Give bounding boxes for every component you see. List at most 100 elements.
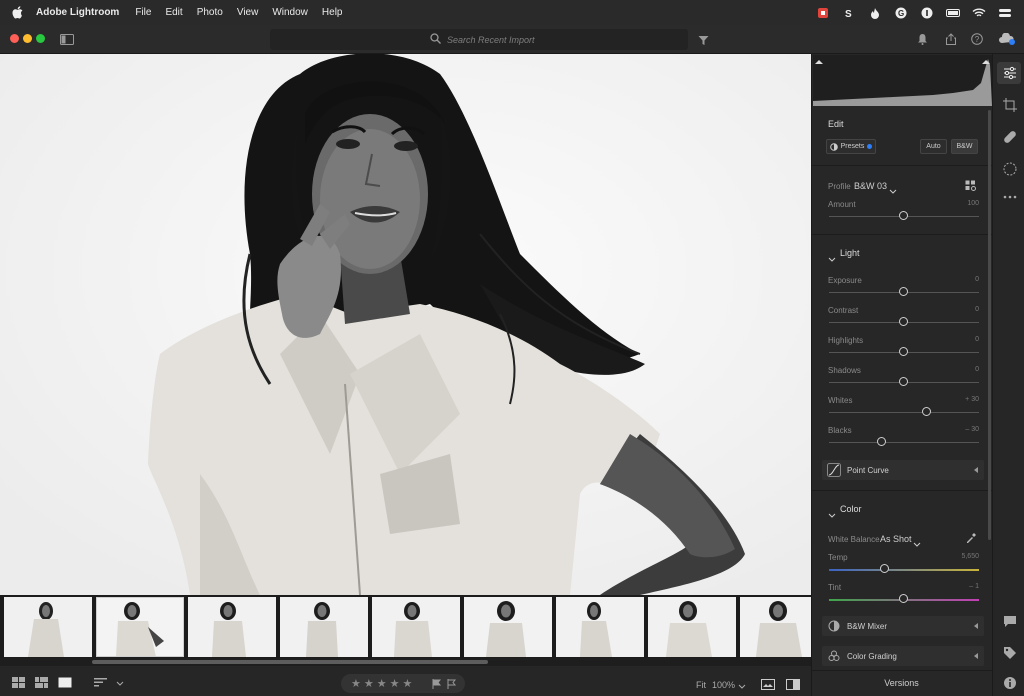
light-slider-value-shadows: 0	[975, 366, 979, 373]
edit-sliders-icon[interactable]	[1003, 66, 1017, 80]
filmstrip-thumb-6[interactable]	[464, 597, 552, 657]
detail-view-icon[interactable]	[58, 676, 72, 688]
compare-split-icon[interactable]	[786, 678, 800, 690]
white-balance-chevron-down-icon[interactable]	[913, 535, 921, 553]
minimize-window-button[interactable]	[23, 34, 32, 43]
close-window-button[interactable]	[10, 34, 19, 43]
filmstrip-thumb-9[interactable]	[740, 597, 811, 657]
star-3[interactable]: ★	[377, 677, 387, 690]
auto-button[interactable]: Auto	[920, 139, 947, 154]
share-icon[interactable]	[944, 32, 958, 46]
white-balance-dropdown[interactable]: As Shot	[880, 534, 912, 544]
star-1[interactable]: ★	[351, 677, 361, 690]
filmstrip	[0, 595, 811, 658]
light-slider-track-blacks[interactable]	[829, 442, 979, 443]
point-curve-row[interactable]: Point Curve	[822, 460, 984, 480]
cloud-sync-icon[interactable]	[998, 32, 1016, 46]
flame-icon[interactable]	[868, 6, 882, 20]
battery-icon[interactable]	[946, 6, 960, 20]
info-circle-icon[interactable]	[920, 6, 934, 20]
filmstrip-thumb-2-selected[interactable]	[96, 597, 184, 657]
star-2[interactable]: ★	[364, 677, 374, 690]
light-slider-knob-highlights[interactable]	[899, 347, 908, 356]
more-options-icon[interactable]	[1003, 190, 1017, 204]
s-icon[interactable]: S	[842, 6, 856, 20]
filmstrip-thumb-1[interactable]	[4, 597, 92, 657]
light-slider-track-whites[interactable]	[829, 412, 979, 413]
profile-browser-icon[interactable]	[965, 179, 977, 197]
tint-slider-knob[interactable]	[899, 594, 908, 603]
filmstrip-thumb-3[interactable]	[188, 597, 276, 657]
filmstrip-thumb-4[interactable]	[280, 597, 368, 657]
wifi-icon[interactable]	[972, 6, 986, 20]
sort-chevron-down-icon[interactable]	[116, 678, 124, 690]
light-slider-value-blacks: – 30	[965, 426, 979, 433]
square-grid-icon[interactable]	[12, 676, 26, 688]
bell-icon[interactable]	[915, 32, 929, 46]
menu-photo[interactable]: Photo	[197, 7, 223, 18]
app-name[interactable]: Adobe Lightroom	[36, 7, 119, 18]
bw-button[interactable]: B&W	[951, 139, 978, 154]
grammarly-icon[interactable]: G	[894, 6, 908, 20]
fit-label[interactable]: Fit	[696, 680, 706, 690]
profile-chevron-down-icon[interactable]	[889, 182, 897, 200]
profile-dropdown[interactable]: B&W 03	[854, 181, 887, 191]
menu-view[interactable]: View	[237, 7, 259, 18]
panel-scrollbar[interactable]	[988, 110, 991, 540]
temp-slider-knob[interactable]	[880, 564, 889, 573]
light-slider-knob-shadows[interactable]	[899, 377, 908, 386]
main-photo[interactable]	[0, 54, 811, 595]
search-input[interactable]: Search Recent Import	[270, 29, 688, 50]
filmstrip-thumb-8[interactable]	[648, 597, 736, 657]
zoom-chevron-down-icon[interactable]	[738, 681, 746, 693]
panel-divider	[812, 234, 992, 235]
menu-edit[interactable]: Edit	[165, 7, 182, 18]
light-slider-knob-contrast[interactable]	[899, 317, 908, 326]
pick-flag-icon[interactable]	[432, 678, 442, 690]
light-chevron-icon[interactable]	[828, 250, 836, 268]
presets-button[interactable]: Presets	[826, 139, 876, 154]
light-section-title[interactable]: Light	[840, 248, 860, 258]
filter-icon[interactable]	[696, 33, 710, 47]
sidebar-toggle-icon[interactable]	[60, 32, 74, 46]
temp-slider-track[interactable]	[829, 569, 979, 571]
eyedropper-icon[interactable]	[965, 531, 977, 549]
apple-icon[interactable]	[12, 6, 26, 19]
menu-window[interactable]: Window	[272, 7, 308, 18]
zoom-level[interactable]: 100%	[712, 680, 735, 690]
crop-icon[interactable]	[1003, 98, 1017, 112]
filmstrip-thumb-5[interactable]	[372, 597, 460, 657]
photo-grid-icon[interactable]	[35, 676, 49, 688]
menu-help[interactable]: Help	[322, 7, 343, 18]
comment-icon[interactable]	[1003, 614, 1017, 628]
light-slider-knob-exposure[interactable]	[899, 287, 908, 296]
before-after-icon[interactable]	[761, 678, 775, 690]
help-icon[interactable]: ?	[970, 32, 984, 46]
bw-mixer-expand-icon	[974, 623, 978, 629]
panel-divider	[812, 490, 992, 491]
light-slider-knob-whites[interactable]	[921, 407, 931, 416]
zoom-window-button[interactable]	[36, 34, 45, 43]
light-slider-value-highlights: 0	[975, 336, 979, 343]
bw-mixer-row[interactable]: B&W Mixer	[822, 616, 984, 636]
control-center-icon[interactable]	[998, 6, 1012, 20]
color-grading-row[interactable]: Color Grading	[822, 646, 984, 666]
filmstrip-scrollbar-thumb[interactable]	[92, 660, 488, 664]
light-slider-label-whites: Whites	[828, 396, 853, 405]
info-icon[interactable]	[1003, 676, 1017, 690]
star-4[interactable]: ★	[390, 677, 400, 690]
versions-button[interactable]: Versions	[811, 670, 992, 696]
star-5[interactable]: ★	[403, 677, 413, 690]
tag-icon[interactable]	[1003, 646, 1017, 660]
extension-icon[interactable]	[816, 6, 830, 20]
healing-bandage-icon[interactable]	[1003, 130, 1017, 144]
color-section-title[interactable]: Color	[840, 504, 862, 514]
menu-file[interactable]: File	[135, 7, 151, 18]
filmstrip-thumb-7[interactable]	[556, 597, 644, 657]
color-chevron-icon[interactable]	[828, 506, 836, 524]
sort-icon[interactable]	[94, 676, 108, 688]
light-slider-knob-blacks[interactable]	[876, 437, 886, 446]
amount-slider-knob[interactable]	[899, 211, 908, 220]
reject-flag-icon[interactable]	[447, 678, 457, 690]
masking-icon[interactable]	[1003, 162, 1017, 176]
